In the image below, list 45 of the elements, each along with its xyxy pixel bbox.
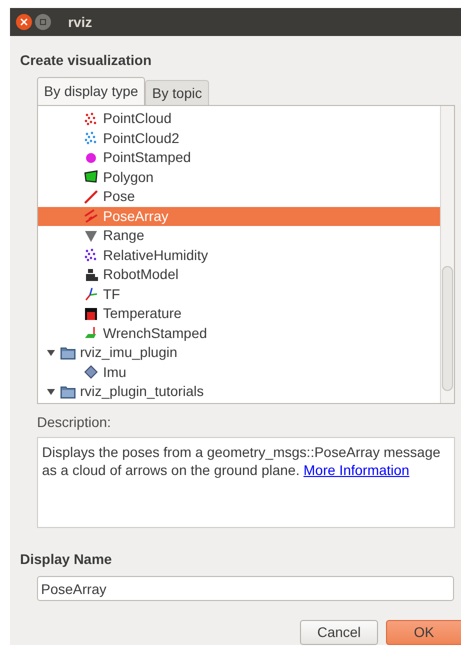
- folder-icon: [60, 346, 76, 360]
- tree-icon: [84, 306, 98, 321]
- description-label: Description:: [37, 413, 112, 432]
- collapse-arrow-icon[interactable]: [46, 386, 56, 397]
- cancel-button[interactable]: Cancel: [300, 620, 378, 645]
- tree-item[interactable]: PointCloud2: [38, 128, 440, 148]
- tree-item[interactable]: PointCloud: [38, 109, 440, 128]
- tree-icon: [84, 112, 98, 126]
- more-information-link[interactable]: More Information: [304, 462, 410, 478]
- tab[interactable]: By topic: [145, 80, 209, 105]
- tab[interactable]: By display type: [37, 77, 146, 105]
- folder-icon: [60, 384, 76, 399]
- tree-folder[interactable]: rviz_plugin_tutorials: [80, 381, 204, 402]
- tree-icon: [84, 287, 98, 302]
- display-name-field[interactable]: PoseArray: [37, 576, 454, 601]
- description-text: Displays the poses from a geometry_msgs::PoseArray message as a cloud of arrows on the ground plane. More Information: [42, 443, 442, 480]
- tree-icon: [84, 326, 98, 340]
- window-title: rviz: [68, 12, 92, 32]
- tree-item[interactable]: Range: [38, 226, 440, 246]
- tree-item[interactable]: Pose: [38, 187, 440, 206]
- tree-icon: [84, 268, 98, 282]
- tree-icon: [84, 365, 98, 380]
- tree-folder[interactable]: rviz_imu_plugin: [80, 342, 178, 364]
- tree-item[interactable]: PointStamped: [38, 148, 440, 168]
- tree-icon: [84, 228, 98, 243]
- tree-icon: [84, 209, 98, 224]
- tree-item[interactable]: WrenchStamped: [38, 324, 440, 343]
- tree-icon: [84, 248, 98, 262]
- scroll-thumb[interactable]: [442, 266, 453, 391]
- scrollbar[interactable]: [440, 106, 454, 404]
- tree-item[interactable]: RobotModel: [38, 265, 440, 284]
- tree-icon: [84, 131, 98, 146]
- tree-item[interactable]: RelativeHumidity: [38, 246, 440, 265]
- tree-item[interactable]: TF: [38, 284, 440, 304]
- tree-icon: [84, 150, 98, 165]
- tree-icon: [84, 190, 98, 204]
- section-heading: Create visualization: [20, 51, 152, 70]
- collapse-arrow-icon[interactable]: [46, 348, 56, 358]
- close-icon[interactable]: [16, 14, 32, 30]
- display-name-label: Display Name: [20, 550, 113, 570]
- ok-button[interactable]: OK: [386, 620, 461, 645]
- tree-item[interactable]: Polygon: [38, 168, 440, 187]
- tree-item[interactable]: Temperature: [38, 304, 440, 324]
- tree-icon: [84, 170, 98, 184]
- tree-item[interactable]: Imu: [38, 362, 440, 382]
